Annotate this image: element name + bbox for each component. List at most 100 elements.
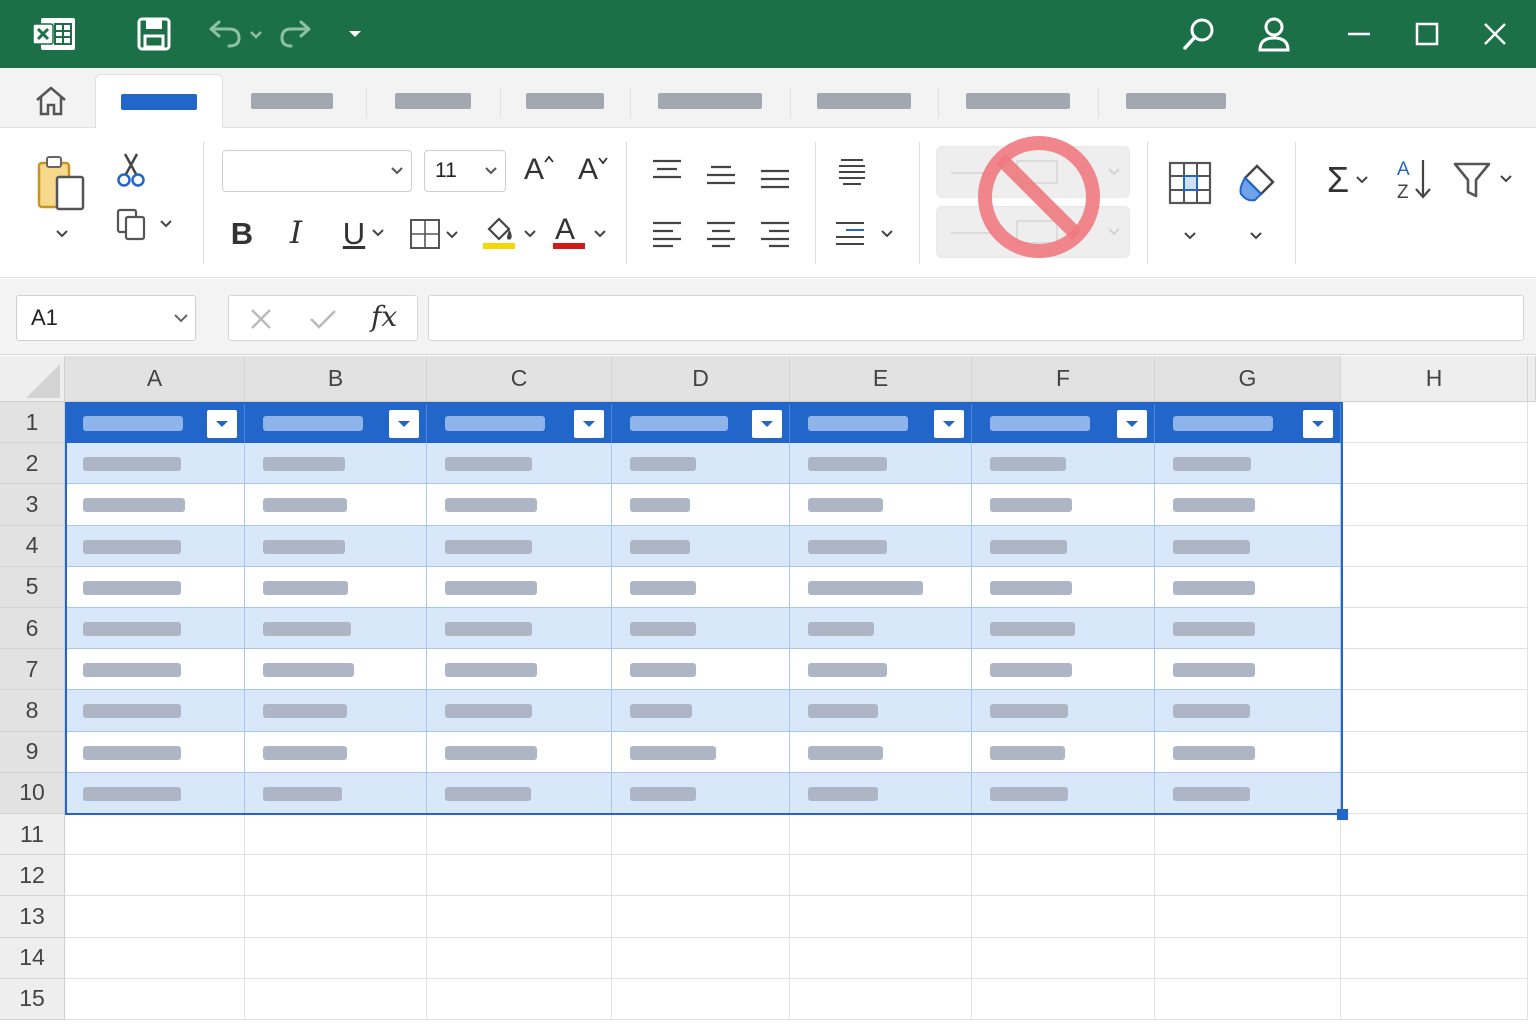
- cell[interactable]: [1155, 937, 1341, 979]
- cell[interactable]: [1341, 566, 1528, 608]
- table-cell[interactable]: [972, 772, 1155, 814]
- cell[interactable]: [1341, 731, 1528, 773]
- cell[interactable]: [1155, 978, 1341, 1020]
- autosum-button[interactable]: Σ: [1316, 158, 1380, 202]
- cell[interactable]: [612, 937, 790, 979]
- underline-button[interactable]: U: [334, 210, 394, 256]
- cell[interactable]: [1341, 772, 1528, 814]
- tab-3[interactable]: [366, 74, 500, 128]
- table-cell[interactable]: [427, 772, 612, 814]
- cell[interactable]: [972, 814, 1155, 856]
- filter-dropdown-icon[interactable]: [574, 410, 604, 438]
- table-cell[interactable]: [790, 772, 972, 814]
- filter-dropdown-icon[interactable]: [1117, 410, 1147, 438]
- tab-1[interactable]: [95, 74, 223, 129]
- tab-2[interactable]: [224, 74, 360, 128]
- align-right-icon[interactable]: [752, 214, 798, 254]
- row-header-11[interactable]: 11: [0, 814, 65, 856]
- insert-function-button[interactable]: fx: [371, 300, 397, 333]
- cell[interactable]: [245, 978, 427, 1020]
- cell[interactable]: [245, 855, 427, 897]
- cancel-entry-icon[interactable]: [241, 300, 281, 338]
- table-cell[interactable]: [65, 731, 245, 773]
- column-header-f[interactable]: F: [972, 356, 1155, 402]
- table-cell[interactable]: [972, 484, 1155, 526]
- table-cell[interactable]: [790, 484, 972, 526]
- fill-color-icon[interactable]: [478, 208, 542, 256]
- redo-icon[interactable]: [276, 0, 320, 68]
- table-cell[interactable]: [65, 772, 245, 814]
- excel-logo-icon[interactable]: [22, 0, 86, 68]
- format-table-dropdown-icon[interactable]: [1176, 226, 1204, 246]
- cell[interactable]: [427, 896, 612, 938]
- format-table-icon[interactable]: [1162, 156, 1218, 210]
- cell[interactable]: [612, 978, 790, 1020]
- row-header-9[interactable]: 9: [0, 731, 65, 773]
- table-cell[interactable]: [65, 525, 245, 567]
- borders-icon[interactable]: [404, 210, 466, 256]
- search-icon[interactable]: [1174, 0, 1224, 68]
- table-cell[interactable]: [245, 608, 427, 650]
- table-cell[interactable]: [245, 649, 427, 691]
- align-middle-icon[interactable]: [698, 156, 744, 196]
- table-cell[interactable]: [65, 649, 245, 691]
- row-header-14[interactable]: 14: [0, 937, 65, 979]
- grow-font-button[interactable]: A: [518, 148, 560, 192]
- table-cell[interactable]: [1155, 608, 1341, 650]
- table-cell[interactable]: [427, 608, 612, 650]
- cell[interactable]: [1341, 978, 1528, 1020]
- row-header-5[interactable]: 5: [0, 566, 65, 608]
- filter-dropdown-icon[interactable]: [389, 410, 419, 438]
- table-cell[interactable]: [245, 731, 427, 773]
- account-icon[interactable]: [1248, 0, 1300, 68]
- row-header-6[interactable]: 6: [0, 608, 65, 650]
- table-header-cell[interactable]: [245, 402, 427, 444]
- table-header-cell[interactable]: [612, 402, 790, 444]
- select-all-button[interactable]: [0, 356, 65, 402]
- copy-dropdown-icon[interactable]: [154, 214, 178, 234]
- table-cell[interactable]: [612, 484, 790, 526]
- table-cell[interactable]: [972, 443, 1155, 485]
- copy-icon[interactable]: [110, 204, 152, 244]
- table-cell[interactable]: [245, 443, 427, 485]
- cell[interactable]: [65, 896, 245, 938]
- home-icon[interactable]: [20, 74, 82, 128]
- table-cell[interactable]: [1155, 525, 1341, 567]
- table-cell[interactable]: [1155, 443, 1341, 485]
- close-icon[interactable]: [1470, 0, 1520, 68]
- row-header-1[interactable]: 1: [0, 402, 65, 444]
- cell[interactable]: [1341, 690, 1528, 732]
- tab-6[interactable]: [790, 74, 938, 128]
- tab-8[interactable]: [1098, 74, 1254, 128]
- cell[interactable]: [1341, 896, 1528, 938]
- cell[interactable]: [65, 978, 245, 1020]
- table-cell[interactable]: [790, 690, 972, 732]
- row-header-10[interactable]: 10: [0, 772, 65, 814]
- cell[interactable]: [1155, 814, 1341, 856]
- cell[interactable]: [612, 814, 790, 856]
- cell[interactable]: [1341, 937, 1528, 979]
- table-cell[interactable]: [65, 608, 245, 650]
- table-cell[interactable]: [972, 731, 1155, 773]
- column-header-e[interactable]: E: [790, 356, 972, 402]
- column-header-d[interactable]: D: [612, 356, 790, 402]
- table-cell[interactable]: [790, 566, 972, 608]
- table-cell[interactable]: [972, 608, 1155, 650]
- row-header-8[interactable]: 8: [0, 690, 65, 732]
- table-cell[interactable]: [612, 731, 790, 773]
- formula-input[interactable]: [428, 295, 1524, 341]
- filter-icon[interactable]: [1448, 156, 1518, 204]
- table-header-cell[interactable]: [972, 402, 1155, 444]
- table-cell[interactable]: [427, 525, 612, 567]
- table-cell[interactable]: [790, 649, 972, 691]
- cell[interactable]: [790, 937, 972, 979]
- table-cell[interactable]: [1155, 690, 1341, 732]
- table-cell[interactable]: [790, 608, 972, 650]
- paste-dropdown-icon[interactable]: [48, 224, 76, 244]
- table-cell[interactable]: [427, 690, 612, 732]
- row-header-2[interactable]: 2: [0, 443, 65, 485]
- table-cell[interactable]: [245, 566, 427, 608]
- row-header-7[interactable]: 7: [0, 649, 65, 691]
- column-header-h[interactable]: H: [1341, 356, 1528, 402]
- font-name-combo[interactable]: [222, 150, 412, 192]
